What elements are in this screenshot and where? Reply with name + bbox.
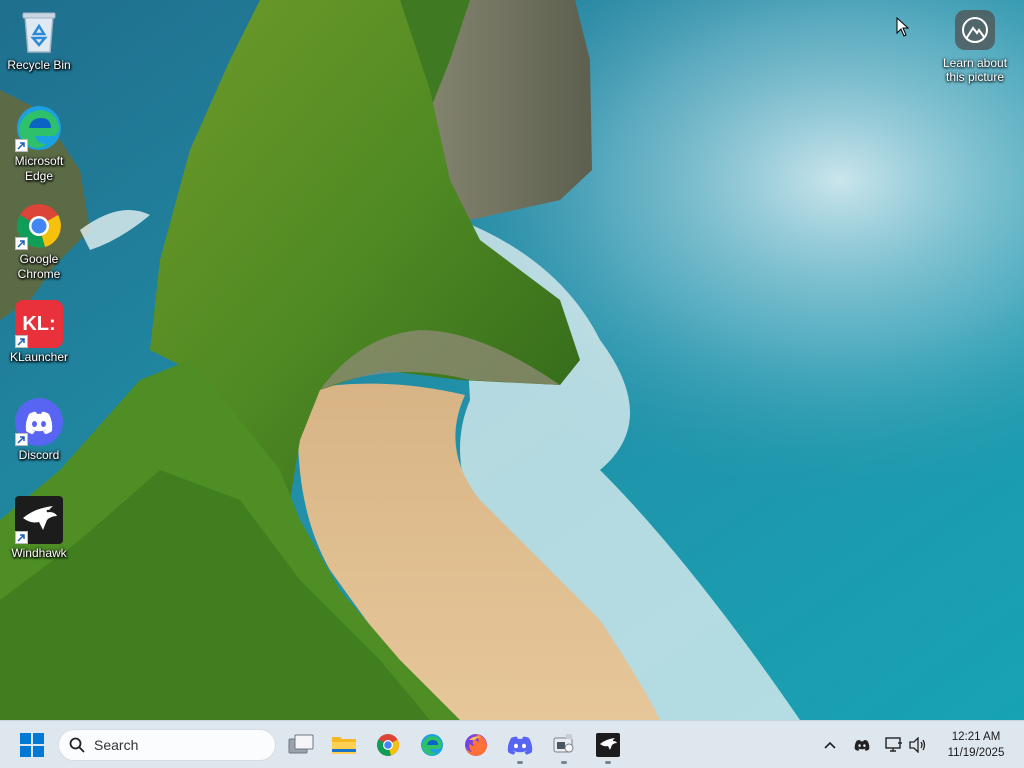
desktop-icon-recycle-bin[interactable]: Recycle Bin <box>4 8 74 73</box>
desktop-icon-windhawk[interactable]: Windhawk <box>4 496 74 561</box>
running-indicator <box>517 761 523 764</box>
shortcut-arrow-icon <box>15 237 28 250</box>
taskbar-file-explorer[interactable] <box>324 725 364 765</box>
shortcut-arrow-icon <box>15 335 28 348</box>
edge-label: Microsoft Edge <box>14 154 64 183</box>
windhawk-label: Windhawk <box>11 546 67 560</box>
taskbar-app-window[interactable] <box>544 725 584 765</box>
chrome-icon <box>15 202 63 250</box>
klauncher-icon: KL: <box>15 300 63 348</box>
learn-picture-label: Learn about this picture <box>942 56 1008 84</box>
klauncher-tile-text: KL: <box>22 312 56 335</box>
search-input[interactable]: Search <box>58 729 276 761</box>
taskbar-edge[interactable] <box>412 725 452 765</box>
taskbar: Search 12:21 AM 11/19/2025 <box>0 720 1024 768</box>
volume-icon <box>909 737 926 753</box>
taskbar-chrome[interactable] <box>368 725 408 765</box>
shortcut-arrow-icon <box>15 433 28 446</box>
tray-clock[interactable]: 12:21 AM 11/19/2025 <box>936 729 1016 761</box>
discord-icon <box>507 736 533 755</box>
clock-date: 11/19/2025 <box>947 747 1005 759</box>
running-indicator <box>605 761 611 764</box>
firefox-icon <box>465 734 487 756</box>
taskbar-discord[interactable] <box>500 725 540 765</box>
discord-icon <box>15 398 63 446</box>
show-hidden-icons-button[interactable] <box>818 731 842 759</box>
shortcut-arrow-icon <box>15 139 28 152</box>
chevron-up-icon <box>824 741 836 749</box>
clock-time: 12:21 AM <box>951 731 1001 743</box>
recycle-bin-label: Recycle Bin <box>7 58 71 72</box>
windhawk-icon <box>596 733 620 757</box>
mouse-cursor-icon <box>896 16 910 42</box>
tray-volume[interactable] <box>906 731 930 759</box>
search-icon <box>69 737 85 753</box>
desktop-icon-discord[interactable]: Discord <box>4 398 74 463</box>
discord-label: Discord <box>18 448 60 462</box>
chrome-icon <box>377 734 399 756</box>
discord-tray-icon <box>854 740 870 751</box>
chrome-label: Google Chrome <box>17 252 61 281</box>
desktop-wallpaper <box>0 0 1024 720</box>
learn-picture-icon <box>955 10 995 50</box>
desktop-icon-google-chrome[interactable]: Google Chrome <box>4 202 74 282</box>
shortcut-arrow-icon <box>15 531 28 544</box>
network-icon <box>885 737 902 752</box>
taskbar-task-view[interactable] <box>281 725 321 765</box>
edge-icon <box>15 104 63 152</box>
desktop-icon-klauncher[interactable]: KL: KLauncher <box>4 300 74 365</box>
tray-discord[interactable] <box>850 731 874 759</box>
tray-network[interactable] <box>882 731 906 759</box>
klauncher-label: KLauncher <box>9 350 69 364</box>
windows-logo-icon <box>20 733 44 757</box>
folder-icon <box>332 737 356 754</box>
recycle-bin-icon <box>15 8 63 56</box>
edge-icon <box>421 734 443 756</box>
search-placeholder: Search <box>94 737 139 753</box>
taskbar-windhawk[interactable] <box>588 725 628 765</box>
taskbar-firefox[interactable] <box>456 725 496 765</box>
start-button[interactable] <box>12 725 52 765</box>
desktop-icon-microsoft-edge[interactable]: Microsoft Edge <box>4 104 74 184</box>
task-view-icon <box>288 734 314 754</box>
app-icon <box>553 734 574 753</box>
running-indicator <box>561 761 567 764</box>
windhawk-icon <box>15 496 63 544</box>
learn-about-picture[interactable]: Learn about this picture <box>938 10 1012 84</box>
